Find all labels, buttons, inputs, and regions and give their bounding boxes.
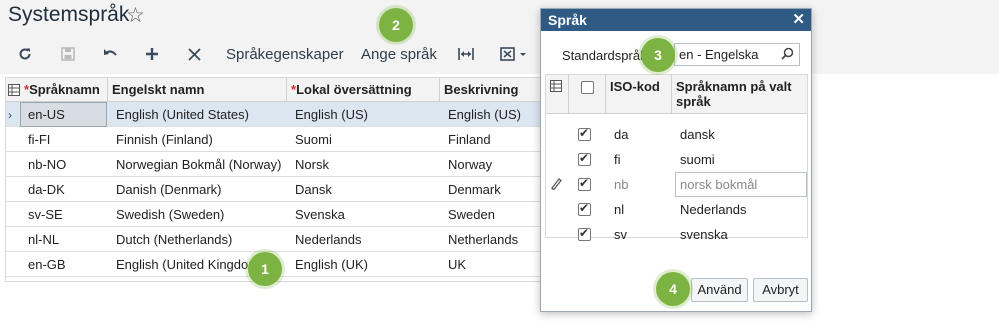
table-cell-english[interactable]: Dutch (Netherlands) <box>112 227 287 252</box>
list-item[interactable]: sv svenska <box>546 222 807 247</box>
table-cell-desc[interactable]: Sweden <box>444 202 542 227</box>
dialog-title: Språk <box>548 12 587 28</box>
table-cell-local[interactable]: Nederlands <box>291 227 440 252</box>
language-name-cell[interactable]: Nederlands <box>680 197 747 222</box>
undo-icon[interactable] <box>101 42 119 66</box>
table-cell-name[interactable]: en-GB <box>24 252 108 277</box>
table-cell-name[interactable]: fi-FI <box>24 127 108 152</box>
table-cell-name[interactable]: nl-NL <box>24 227 108 252</box>
table-cell-english[interactable]: Finnish (Finland) <box>112 127 287 152</box>
grid-settings-icon[interactable] <box>8 83 20 101</box>
table-cell-desc[interactable]: UK <box>444 252 542 277</box>
edit-pencil-icon <box>550 177 562 193</box>
page-title: Systemspråk <box>8 3 130 26</box>
callout-badge: 1 <box>248 252 282 286</box>
table-cell-english[interactable]: Danish (Denmark) <box>112 177 287 202</box>
table-cell-name[interactable]: da-DK <box>24 177 108 202</box>
add-icon[interactable] <box>143 42 161 66</box>
table-cell-local[interactable]: Dansk <box>291 177 440 202</box>
col-header-name[interactable]: *Språknamn <box>20 78 108 102</box>
default-language-label: Standardspråk: <box>562 48 651 63</box>
delete-icon[interactable] <box>185 42 203 66</box>
callout-badge: 4 <box>656 272 690 306</box>
table-row[interactable]: sv-SE Swedish (Sweden) Svenska Sweden <box>6 202 542 227</box>
iso-code-cell[interactable]: da <box>614 122 628 147</box>
table-row[interactable]: da-DK Danish (Denmark) Dansk Denmark <box>6 177 542 202</box>
dialog-grid-corner <box>546 75 569 114</box>
col-header-english[interactable]: Engelskt namn <box>108 78 287 102</box>
toolbar: Språkegenskaper Ange språk <box>0 34 999 74</box>
col-header-local[interactable]: *Lokal översättning <box>287 78 440 102</box>
table-row[interactable]: › en-US English (United States) English (US… <box>6 102 542 127</box>
table-cell-local[interactable]: English (UK) <box>291 252 440 277</box>
table-cell-local[interactable]: Svenska <box>291 202 440 227</box>
table-cell-english[interactable]: Norwegian Bokmål (Norway) <box>112 152 287 177</box>
list-item[interactable]: nl Nederlands <box>546 197 807 222</box>
dialog-grid: ISO-kod Språknamn på valtspråk dadanskfi… <box>545 74 808 242</box>
cancel-button[interactable]: Avbryt <box>753 278 808 302</box>
list-item[interactable]: fi suomi <box>546 147 807 172</box>
save-icon[interactable] <box>59 42 77 66</box>
table-cell-desc[interactable]: Finland <box>444 127 542 152</box>
search-icon[interactable] <box>781 47 794 65</box>
dialog-select-all-header <box>569 75 606 114</box>
select-all-checkbox[interactable] <box>581 81 594 94</box>
table-cell-name[interactable]: nb-NO <box>24 152 108 177</box>
row-checkbox[interactable] <box>578 151 591 166</box>
title-bar: Systemspråk ☆ <box>0 0 999 34</box>
table-row[interactable]: nb-NO Norwegian Bokmål (Norway) Norsk Norwa… <box>6 152 542 177</box>
dialog-col-name[interactable]: Språknamn på valt språk <box>672 75 807 114</box>
close-icon[interactable]: ✕ <box>792 9 805 31</box>
table-cell-desc[interactable]: Norway <box>444 152 542 177</box>
row-checkbox[interactable] <box>578 226 591 241</box>
row-checkbox[interactable] <box>578 201 591 216</box>
table-cell-local[interactable]: English (US) <box>291 102 440 127</box>
language-name-cell[interactable]: dansk <box>680 122 715 147</box>
table-cell-name[interactable]: sv-SE <box>24 202 108 227</box>
iso-code-cell[interactable]: nl <box>614 197 624 222</box>
table-row[interactable]: nl-NL Dutch (Netherlands) Nederlands Nether… <box>6 227 542 252</box>
export-excel-icon[interactable] <box>499 42 529 66</box>
iso-code-cell[interactable]: nb <box>614 172 628 197</box>
grid-settings-icon[interactable] <box>550 80 562 95</box>
col-header-description[interactable]: Beskrivning <box>440 78 542 102</box>
star-icon[interactable]: ☆ <box>126 3 145 28</box>
row-pointer-icon: › <box>8 108 12 122</box>
language-properties-button[interactable]: Språkegenskaper <box>226 42 344 66</box>
language-name-cell[interactable]: svenska <box>680 222 728 247</box>
table-cell-desc[interactable]: English (US) <box>444 102 542 127</box>
row-checkbox[interactable] <box>578 176 591 191</box>
table-cell-local[interactable]: Norsk <box>291 152 440 177</box>
table-cell-english[interactable]: English (United States) <box>112 102 287 127</box>
table-cell-english[interactable]: Swedish (Sweden) <box>112 202 287 227</box>
iso-code-cell[interactable]: fi <box>614 147 621 172</box>
refresh-icon[interactable] <box>16 42 34 66</box>
set-language-button[interactable]: Ange språk <box>361 42 437 66</box>
language-name-cell[interactable]: suomi <box>680 147 715 172</box>
iso-code-cell[interactable]: sv <box>614 222 627 247</box>
grid-header: *Språknamn Engelskt namn *Lokal översätt… <box>6 78 542 102</box>
callout-badge: 3 <box>641 38 675 72</box>
row-checkbox[interactable] <box>578 126 591 141</box>
dialog-col-iso[interactable]: ISO-kod <box>606 75 672 114</box>
dialog-header: Språk ✕ <box>541 9 811 31</box>
table-cell-local[interactable]: Suomi <box>291 127 440 152</box>
language-name-edit-field[interactable]: norsk bokmål <box>675 172 807 197</box>
table-cell-name[interactable]: en-US <box>24 102 108 127</box>
apply-button[interactable]: Använd <box>691 278 748 302</box>
list-item[interactable]: da dansk <box>546 122 807 147</box>
list-item[interactable]: nb norsk bokmål <box>546 172 807 197</box>
languages-grid: *Språknamn Engelskt namn *Lokal översätt… <box>5 77 542 282</box>
callout-badge: 2 <box>379 8 413 42</box>
table-cell-desc[interactable]: Netherlands <box>444 227 542 252</box>
language-dialog: Språk ✕ Standardspråk: ISO-kod Språknamn… <box>540 8 812 312</box>
fit-columns-icon[interactable] <box>457 42 475 66</box>
table-cell-desc[interactable]: Denmark <box>444 177 542 202</box>
table-row[interactable]: fi-FI Finnish (Finland) Suomi Finland <box>6 127 542 152</box>
